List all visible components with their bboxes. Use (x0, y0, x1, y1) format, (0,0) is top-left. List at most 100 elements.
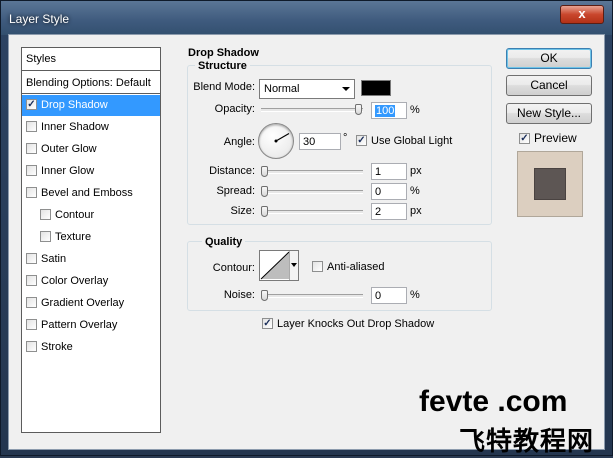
style-item-label: Pattern Overlay (41, 319, 118, 331)
size-slider-thumb[interactable] (261, 206, 268, 217)
style-item[interactable]: Outer Glow (22, 139, 160, 160)
contour-dropdown-toggle[interactable] (289, 251, 298, 280)
style-item-label: Drop Shadow (41, 99, 108, 111)
styles-header[interactable]: Styles (22, 48, 160, 71)
preview-wrap[interactable]: Preview (519, 131, 577, 145)
style-item[interactable]: Stroke (22, 337, 160, 358)
preview-label: Preview (534, 131, 577, 145)
style-item[interactable]: Inner Shadow (22, 117, 160, 138)
anti-aliased-checkbox[interactable] (312, 261, 323, 272)
opacity-slider[interactable] (261, 104, 363, 115)
style-item-label: Texture (55, 231, 92, 243)
shadow-color-swatch[interactable] (361, 80, 391, 96)
distance-slider-thumb[interactable] (261, 166, 268, 177)
spread-slider[interactable] (261, 186, 363, 197)
styles-list-panel: Styles Blending Options: Default Drop Sh… (21, 47, 161, 433)
style-item[interactable]: Satin (22, 249, 160, 270)
size-label: Size: (230, 205, 255, 217)
style-item[interactable]: Contour (22, 205, 160, 226)
angle-unit: ° (343, 132, 348, 144)
blending-options-label: Blending Options: Default (26, 77, 151, 89)
global-light-checkbox[interactable] (356, 135, 367, 146)
layer-style-window: Layer Style x Styles Blending Options: D… (0, 0, 613, 457)
style-item-checkbox[interactable] (26, 341, 37, 352)
cancel-button[interactable]: Cancel (506, 75, 592, 96)
opacity-input[interactable]: 100 (371, 102, 407, 119)
style-item-checkbox[interactable] (26, 319, 37, 330)
style-item-checkbox[interactable] (26, 275, 37, 286)
window-title: Layer Style (9, 12, 70, 26)
size-slider[interactable] (261, 206, 363, 217)
noise-input[interactable]: 0 (371, 287, 407, 304)
style-item[interactable]: Color Overlay (22, 271, 160, 292)
angle-dial-needle (274, 132, 290, 143)
noise-slider-thumb[interactable] (261, 290, 268, 301)
style-item-label: Inner Shadow (41, 121, 109, 133)
style-item-label: Bevel and Emboss (41, 187, 133, 199)
quality-title: Quality (202, 236, 246, 248)
global-light-checkbox-wrap[interactable]: Use Global Light (356, 135, 452, 147)
structure-title: Structure (195, 60, 250, 72)
style-item-checkbox[interactable] (40, 209, 51, 220)
style-item[interactable]: Inner Glow (22, 161, 160, 182)
style-item-label: Color Overlay (41, 275, 109, 287)
drop-shadow-title: Drop Shadow (185, 47, 262, 59)
opacity-slider-thumb[interactable] (355, 104, 362, 115)
spread-input[interactable]: 0 (371, 183, 407, 200)
size-value: 2 (375, 206, 382, 218)
style-item-checkbox[interactable] (26, 253, 37, 264)
opacity-label: Opacity: (214, 103, 255, 115)
style-item[interactable]: Bevel and Emboss (22, 183, 160, 204)
preview-checkbox[interactable] (519, 133, 530, 144)
ok-button[interactable]: OK (506, 48, 592, 69)
chevron-down-icon (291, 263, 297, 267)
style-item[interactable]: Drop Shadow (22, 95, 160, 116)
style-item-checkbox[interactable] (26, 121, 37, 132)
style-item-checkbox[interactable] (26, 165, 37, 176)
knocks-out-wrap[interactable]: Layer Knocks Out Drop Shadow (262, 318, 434, 330)
preview-thumbnail (517, 151, 583, 217)
distance-slider[interactable] (261, 166, 363, 177)
angle-label: Angle: (223, 136, 255, 148)
style-item[interactable]: Gradient Overlay (22, 293, 160, 314)
blend-mode-select[interactable]: Normal (259, 79, 355, 99)
close-icon: x (578, 6, 586, 21)
style-item-label: Satin (41, 253, 67, 265)
title-bar[interactable]: Layer Style x (1, 1, 612, 35)
blending-options-item[interactable]: Blending Options: Default (22, 73, 160, 94)
style-item[interactable]: Pattern Overlay (22, 315, 160, 336)
style-item-checkbox[interactable] (40, 231, 51, 242)
contour-curve-icon (260, 251, 290, 280)
chevron-down-icon (342, 87, 350, 91)
anti-aliased-wrap[interactable]: Anti-aliased (312, 261, 384, 273)
new-style-button[interactable]: New Style... (506, 103, 592, 124)
knocks-out-checkbox[interactable] (262, 318, 273, 329)
size-input[interactable]: 2 (371, 203, 407, 220)
noise-unit: % (410, 289, 420, 301)
style-item-checkbox[interactable] (26, 143, 37, 154)
style-item-checkbox[interactable] (26, 99, 37, 110)
noise-value: 0 (375, 290, 382, 302)
style-item-label: Outer Glow (41, 143, 97, 155)
size-unit: px (410, 205, 422, 217)
style-item-checkbox[interactable] (26, 187, 37, 198)
dialog-client-area: Styles Blending Options: Default Drop Sh… (8, 34, 605, 457)
preview-shape (534, 168, 566, 200)
style-item-checkbox[interactable] (26, 297, 37, 308)
angle-dial[interactable] (258, 123, 294, 159)
close-button[interactable]: x (560, 5, 604, 24)
watermark-chinese: 飞特教程网 (459, 427, 595, 457)
contour-picker[interactable] (259, 250, 299, 281)
style-item[interactable]: Texture (22, 227, 160, 248)
spread-label: Spread: (216, 185, 255, 197)
knocks-out-label: Layer Knocks Out Drop Shadow (277, 318, 435, 330)
style-item-label: Stroke (41, 341, 73, 353)
noise-slider[interactable] (261, 290, 363, 301)
noise-label: Noise: (223, 289, 255, 301)
distance-input[interactable]: 1 (371, 163, 407, 180)
opacity-unit: % (410, 104, 420, 116)
angle-input[interactable]: 30 (299, 133, 341, 150)
style-item-label: Gradient Overlay (41, 297, 125, 309)
global-light-label: Use Global Light (371, 135, 453, 147)
spread-slider-thumb[interactable] (261, 186, 268, 197)
